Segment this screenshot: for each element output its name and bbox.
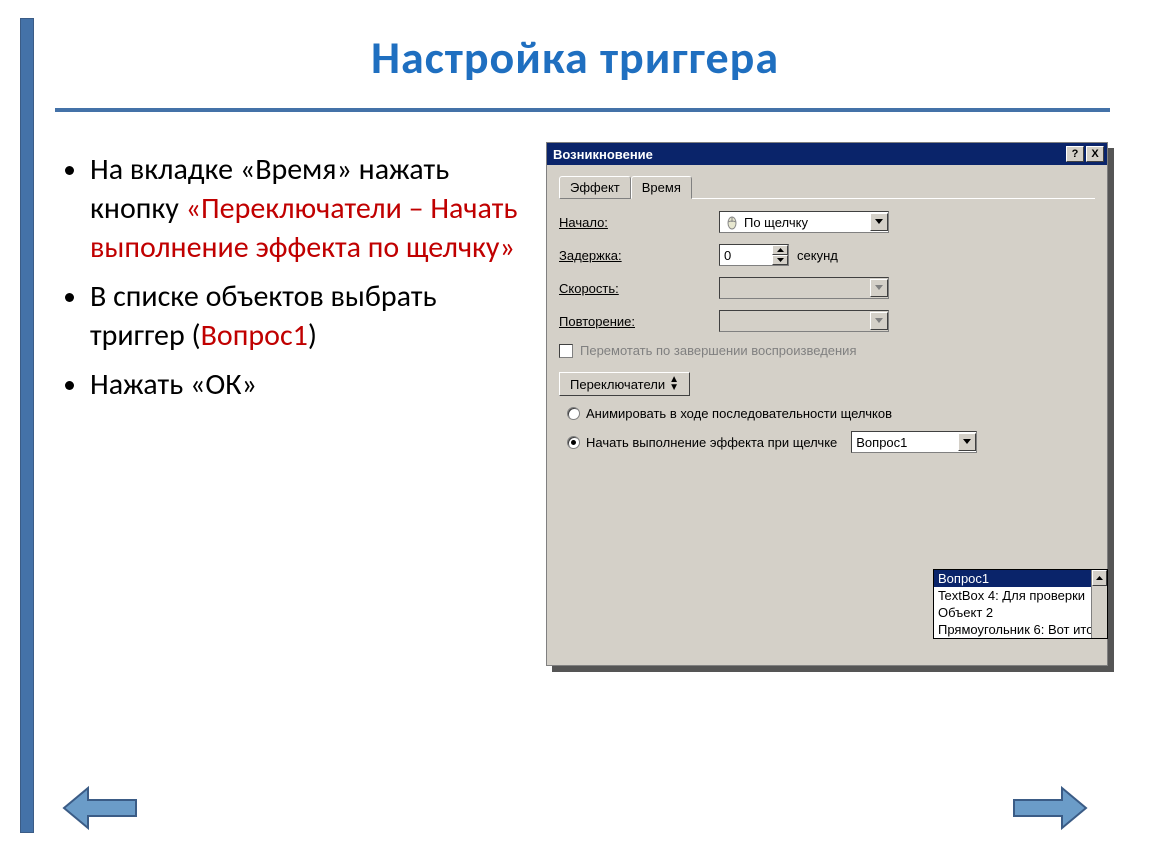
start-value: По щелчку	[744, 215, 808, 230]
bullet-list: На вкладке «Время» нажать кнопку «Перекл…	[62, 150, 532, 414]
slide-accent-bar	[20, 18, 34, 833]
dropdown-option[interactable]: Прямоугольник 6: Вот ито	[934, 621, 1091, 638]
tab-time[interactable]: Время	[631, 176, 692, 199]
scrollbar[interactable]	[1091, 570, 1107, 638]
radio-row-click[interactable]: Начать выполнение эффекта при щелчке Воп…	[567, 431, 1095, 453]
start-combo[interactable]: По щелчку	[719, 211, 889, 233]
trigger-combo[interactable]: Вопрос1	[851, 431, 977, 453]
bullet-text: Нажать «ОК»	[90, 366, 257, 403]
radio-unselected-icon[interactable]	[567, 407, 580, 420]
radio-label-sequence: Анимировать в ходе последовательности ще…	[586, 406, 892, 421]
dialog-titlebar[interactable]: Возникновение ? X	[547, 143, 1107, 165]
trigger-selected: Вопрос1	[856, 435, 907, 450]
scroll-up-icon[interactable]	[1092, 570, 1107, 586]
label-speed: Скорость:	[559, 281, 719, 296]
speed-combo[interactable]	[719, 277, 889, 299]
bullet-item: Нажать «ОК»	[90, 365, 532, 404]
help-button[interactable]: ?	[1066, 146, 1084, 162]
slide-title: Настройка триггера	[0, 30, 1150, 86]
chevron-up-down-icon: ▲▼	[669, 376, 679, 392]
repeat-combo[interactable]	[719, 310, 889, 332]
tab-effect[interactable]: Эффект	[559, 176, 631, 199]
switches-button-label: Переключатели	[570, 377, 665, 392]
delay-value: 0	[724, 248, 731, 263]
slide: Настройка триггера На вкладке «Время» на…	[0, 0, 1150, 864]
dropdown-option[interactable]: Вопрос1	[934, 570, 1091, 587]
delay-spinner[interactable]: 0	[719, 244, 789, 266]
trigger-dropdown-list[interactable]: Вопрос1 TextBox 4: Для проверки Объект 2…	[933, 569, 1108, 639]
dropdown-arrow-icon[interactable]	[870, 279, 888, 297]
spin-down-icon[interactable]	[772, 255, 788, 265]
row-speed: Скорость:	[559, 277, 1095, 299]
radio-selected-icon[interactable]	[567, 436, 580, 449]
close-button[interactable]: X	[1086, 146, 1104, 162]
label-seconds: секунд	[797, 248, 838, 263]
row-start: Начало: По щелчку	[559, 211, 1095, 233]
label-start: Начало:	[559, 215, 719, 230]
bullet-highlight: Вопрос1	[201, 317, 308, 354]
prev-arrow-button[interactable]	[60, 782, 142, 834]
label-delay: Задержка:	[559, 248, 719, 263]
tab-strip: Эффект Время	[559, 175, 1095, 199]
dialog-body: Эффект Время Начало: По щелчку	[547, 165, 1107, 453]
row-repeat: Повторение:	[559, 310, 1095, 332]
row-delay: Задержка: 0 секунд	[559, 244, 1095, 266]
label-repeat: Повторение:	[559, 314, 719, 329]
rewind-checkbox-row: Перемотать по завершении воспроизведения	[559, 343, 1095, 358]
rewind-checkbox	[559, 344, 573, 358]
dropdown-option[interactable]: TextBox 4: Для проверки	[934, 587, 1091, 604]
dialog-title: Возникновение	[553, 147, 653, 162]
mouse-icon	[724, 214, 740, 230]
bullet-item: В списке объектов выбрать триггер (Вопро…	[90, 277, 532, 355]
dropdown-arrow-icon[interactable]	[958, 433, 976, 451]
dropdown-arrow-icon[interactable]	[870, 213, 888, 231]
next-arrow-button[interactable]	[1008, 782, 1090, 834]
effect-dialog: Возникновение ? X Эффект Время Начало: П…	[546, 142, 1108, 666]
bullet-item: На вкладке «Время» нажать кнопку «Перекл…	[90, 150, 532, 267]
dropdown-option[interactable]: Объект 2	[934, 604, 1091, 621]
radio-row-sequence[interactable]: Анимировать в ходе последовательности ще…	[567, 406, 1095, 421]
radio-label-click: Начать выполнение эффекта при щелчке	[586, 435, 837, 450]
bullet-text: )	[308, 317, 317, 354]
dropdown-arrow-icon[interactable]	[870, 312, 888, 330]
switches-button[interactable]: Переключатели ▲▼	[559, 372, 690, 396]
rewind-label: Перемотать по завершении воспроизведения	[580, 343, 857, 358]
spin-up-icon[interactable]	[772, 245, 788, 255]
title-underline	[55, 108, 1110, 112]
